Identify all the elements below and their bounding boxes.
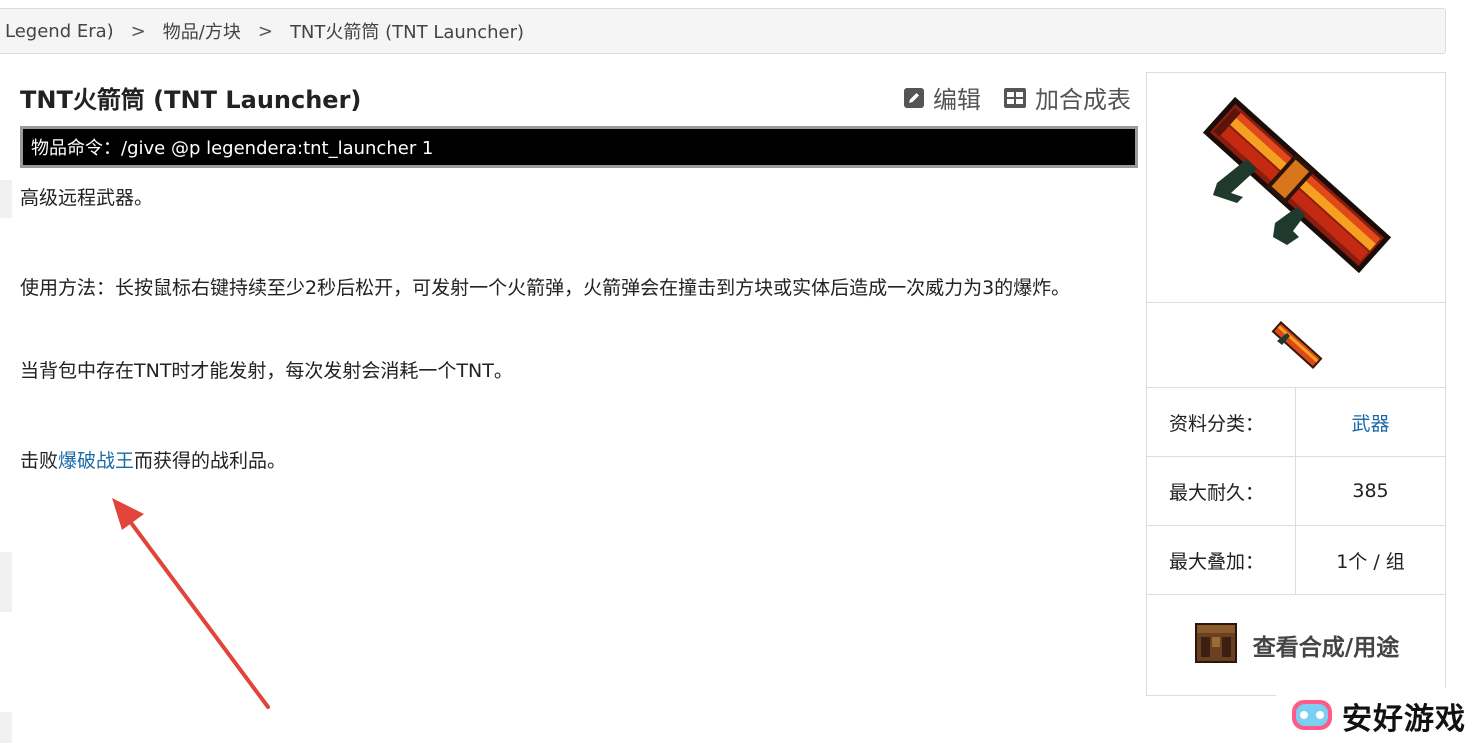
edit-icon (903, 87, 925, 109)
source-text-pre: 击败 (20, 450, 59, 472)
category-link[interactable]: 武器 (1296, 388, 1445, 456)
left-strip (0, 552, 12, 612)
page-title: TNT火箭筒 (TNT Launcher) (20, 86, 362, 114)
view-recipe-label: 查看合成/用途 (1252, 635, 1400, 661)
view-recipe-button[interactable]: 查看合成/用途 (1147, 595, 1445, 695)
breadcrumb: Legend Era) > 物品/方块 > TNT火箭筒 (TNT Launch… (0, 8, 1446, 54)
table-icon (1003, 87, 1027, 109)
ammo-paragraph: 当背包中存在TNT时才能发射，每次发射会消耗一个TNT。 (20, 360, 513, 382)
description-paragraph: 高级远程武器。 (20, 187, 154, 209)
breadcrumb-item-legend-era[interactable]: Legend Era) (5, 21, 114, 42)
page-actions: 编辑 加合成表 (903, 80, 1131, 115)
boss-link[interactable]: 爆破战王 (58, 450, 134, 472)
left-strip (0, 180, 12, 218)
source-paragraph: 击败爆破战王而获得的战利品。 (20, 443, 286, 480)
breadcrumb-separator: > (130, 20, 146, 42)
crafting-table-icon (1193, 620, 1239, 670)
tnt-launcher-icon (1202, 96, 1392, 274)
breadcrumb-item-items-blocks[interactable]: 物品/方块 (163, 18, 241, 44)
infobox-row-stack: 最大叠加： 1个 / 组 (1147, 526, 1445, 595)
item-image-small (1147, 303, 1445, 388)
breadcrumb-separator: > (257, 20, 273, 42)
infobox-key: 最大耐久： (1147, 457, 1296, 525)
infobox-key: 资料分类： (1147, 388, 1296, 456)
left-strip (0, 712, 12, 743)
infobox-value: 1个 / 组 (1336, 550, 1405, 573)
usage-paragraph: 使用方法：长按鼠标右键持续至少2秒后松开，可发射一个火箭弹，火箭弹会在撞击到方块… (20, 277, 1071, 299)
infobox-row-durability: 最大耐久： 385 (1147, 457, 1445, 526)
item-infobox: 资料分类： 武器 最大耐久： 385 最大叠加： 1个 / 组 查看合成/用途 (1146, 72, 1446, 696)
infobox-value: 385 (1352, 480, 1389, 502)
add-recipe-button[interactable]: 加合成表 (1003, 80, 1131, 115)
edit-button[interactable]: 编辑 (903, 80, 981, 115)
item-command-box[interactable]: 物品命令：/give @p legendera:tnt_launcher 1 (20, 126, 1138, 168)
infobox-key: 最大叠加： (1147, 526, 1296, 594)
watermark-text: 安好游戏 (1342, 701, 1466, 737)
edit-label: 编辑 (933, 86, 981, 114)
add-recipe-label: 加合成表 (1035, 86, 1131, 114)
breadcrumb-item-current: TNT火箭筒 (TNT Launcher) (289, 22, 524, 43)
infobox-row-category: 资料分类： 武器 (1147, 388, 1445, 457)
annotation-arrow (112, 498, 270, 709)
logo-icon (1290, 694, 1334, 738)
source-text-post: 而获得的战利品。 (134, 450, 287, 472)
tnt-launcher-icon (1271, 321, 1323, 369)
item-image-large (1147, 73, 1445, 303)
watermark: 安好游戏 (1276, 688, 1476, 743)
